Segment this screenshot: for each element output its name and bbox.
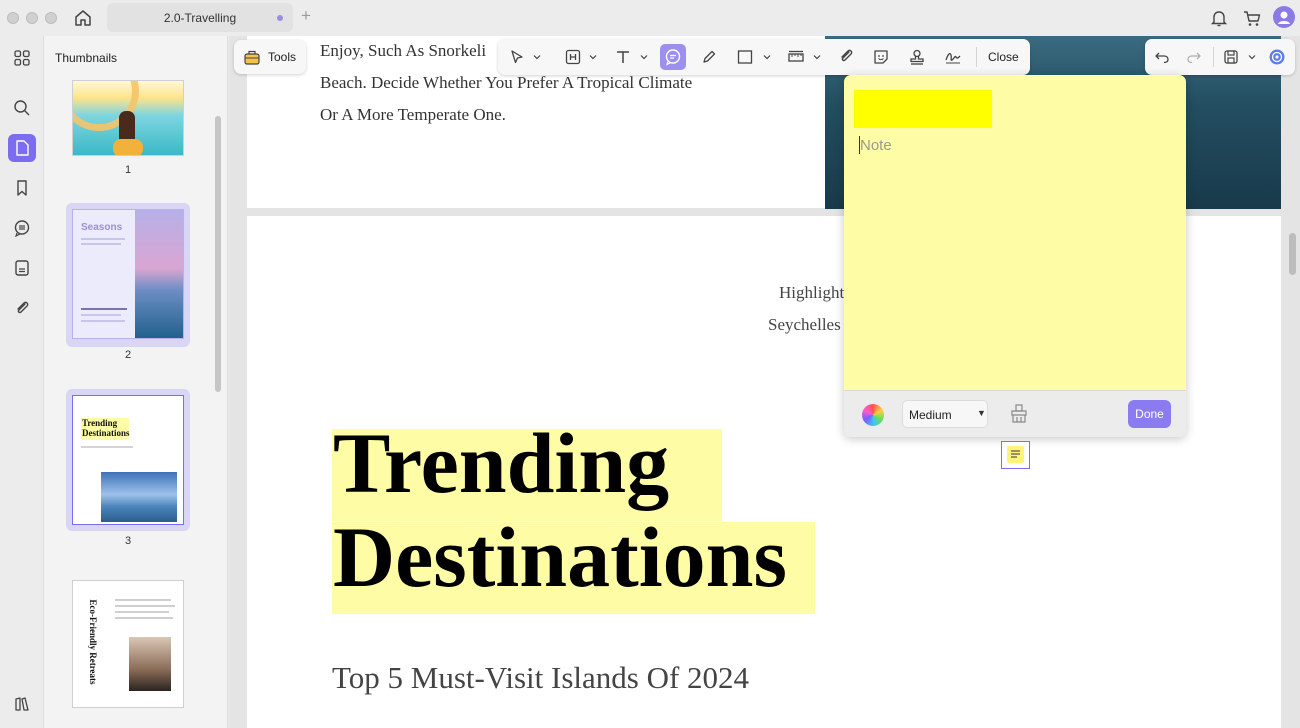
thumbnail-image: Trending Destinations [72, 395, 184, 525]
comment-note-icon[interactable] [660, 44, 686, 70]
undo-icon[interactable] [1149, 44, 1175, 70]
chevron-down-icon[interactable] [589, 53, 597, 61]
thumbnail-image: Eco-Friendly Retreats [72, 580, 184, 708]
document-tab[interactable]: 2.0-Travelling [107, 3, 293, 32]
chevron-down-icon[interactable] [1248, 53, 1256, 61]
font-size-select[interactable]: Medium ▼ [902, 400, 988, 428]
chevron-down-icon[interactable] [533, 53, 541, 61]
sidebar-toggle-icon[interactable] [8, 690, 36, 718]
annotation-toolbar: Close [498, 39, 1030, 75]
page-number: 1 [124, 164, 132, 176]
close-toolbar-button[interactable]: Close [988, 50, 1019, 64]
note-icon [1007, 446, 1024, 463]
select-cursor-icon[interactable] [504, 44, 530, 70]
toolbar-divider [1213, 47, 1214, 67]
chevron-down-icon[interactable] [640, 53, 648, 61]
grid-view-icon[interactable] [8, 44, 36, 72]
thumbnail-image: Seasons [72, 209, 184, 339]
text-tool-icon[interactable] [610, 44, 636, 70]
sticker-icon[interactable] [868, 44, 894, 70]
thumbnail-page-1[interactable]: 1 [66, 78, 190, 182]
pages-icon[interactable] [8, 254, 36, 282]
toolbox-icon [244, 50, 260, 65]
done-button[interactable]: Done [1128, 400, 1171, 428]
stamp-icon[interactable] [904, 44, 930, 70]
tab-title: 2.0-Travelling [163, 11, 237, 25]
chevron-down-icon: ▼ [977, 408, 986, 418]
document-scrollbar[interactable] [1289, 233, 1296, 275]
thumbnail-heading: Eco-Friendly Retreats [88, 599, 98, 685]
chevron-down-icon[interactable] [813, 53, 821, 61]
user-avatar[interactable] [1273, 6, 1295, 28]
paragraph-line: Or A More Temperate One. [320, 105, 506, 124]
zoom-window-button[interactable] [45, 12, 57, 24]
sticky-note-marker[interactable] [1001, 441, 1030, 469]
attachment-icon[interactable] [833, 44, 859, 70]
unsaved-dot-icon [277, 15, 283, 21]
left-rail [0, 36, 44, 728]
save-icon[interactable] [1218, 44, 1244, 70]
note-header-bar [854, 90, 992, 128]
thumbnail-page-2[interactable]: Seasons 2 [66, 203, 190, 361]
close-window-button[interactable] [7, 12, 19, 24]
thumbnail-heading: Trending Destinations [82, 418, 130, 438]
thumbnails-panel: Thumbnails 1 Seasons 2 Trending Destinat… [44, 36, 228, 728]
rectangle-shape-icon[interactable] [732, 44, 758, 70]
add-tab-button[interactable]: + [301, 6, 311, 26]
comments-icon[interactable] [8, 214, 36, 242]
chevron-down-icon[interactable] [763, 53, 771, 61]
thumbnails-title: Thumbnails [55, 51, 118, 65]
title-bar: 2.0-Travelling + [0, 0, 1300, 36]
eraser-icon[interactable] [1008, 403, 1030, 425]
thumbnail-page-3[interactable]: Trending Destinations 3 [66, 389, 190, 547]
heading-line: Destinations [333, 509, 787, 605]
sticky-note-popup: Note Medium ▼ Done [844, 75, 1186, 437]
tools-label: Tools [268, 50, 297, 64]
toolbar-divider [976, 47, 977, 67]
highlight-text-line: Seychelles [768, 315, 841, 334]
page-heading: Trending Destinations [333, 416, 787, 604]
heading-line: Trending [333, 415, 670, 511]
thumbnails-scrollbar[interactable] [215, 116, 221, 392]
done-label: Done [1135, 407, 1164, 421]
pencil-icon[interactable] [696, 44, 722, 70]
document-actions-toolbar [1145, 39, 1295, 75]
minimize-window-button[interactable] [26, 12, 38, 24]
thumbnails-panel-icon[interactable] [8, 134, 36, 162]
tools-button[interactable]: Tools [234, 40, 306, 74]
font-size-value: Medium [909, 408, 952, 422]
note-text-input[interactable]: Note [860, 137, 892, 154]
signature-icon[interactable] [940, 44, 966, 70]
redo-icon[interactable] [1181, 44, 1207, 70]
thumbnail-heading: Seasons [81, 222, 123, 233]
page-number: 2 [124, 349, 132, 361]
thumbnail-page-4[interactable]: Eco-Friendly Retreats [66, 574, 190, 728]
ai-assistant-icon[interactable] [1264, 44, 1290, 70]
text-box-icon[interactable] [560, 44, 586, 70]
measure-icon[interactable] [783, 44, 809, 70]
note-footer: Medium ▼ Done [844, 390, 1186, 437]
home-icon[interactable] [72, 7, 94, 29]
page-number: 3 [124, 535, 132, 547]
notification-bell-icon[interactable] [1208, 7, 1230, 29]
thumbnail-image [72, 80, 184, 156]
search-icon[interactable] [8, 94, 36, 122]
attachment-icon[interactable] [8, 294, 36, 322]
color-picker-icon[interactable] [862, 404, 884, 426]
bookmark-icon[interactable] [8, 174, 36, 202]
highlight-text-line: Highlight [779, 283, 845, 302]
cart-icon[interactable] [1241, 7, 1263, 29]
page-subheading: Top 5 Must-Visit Islands Of 2024 [332, 660, 750, 695]
